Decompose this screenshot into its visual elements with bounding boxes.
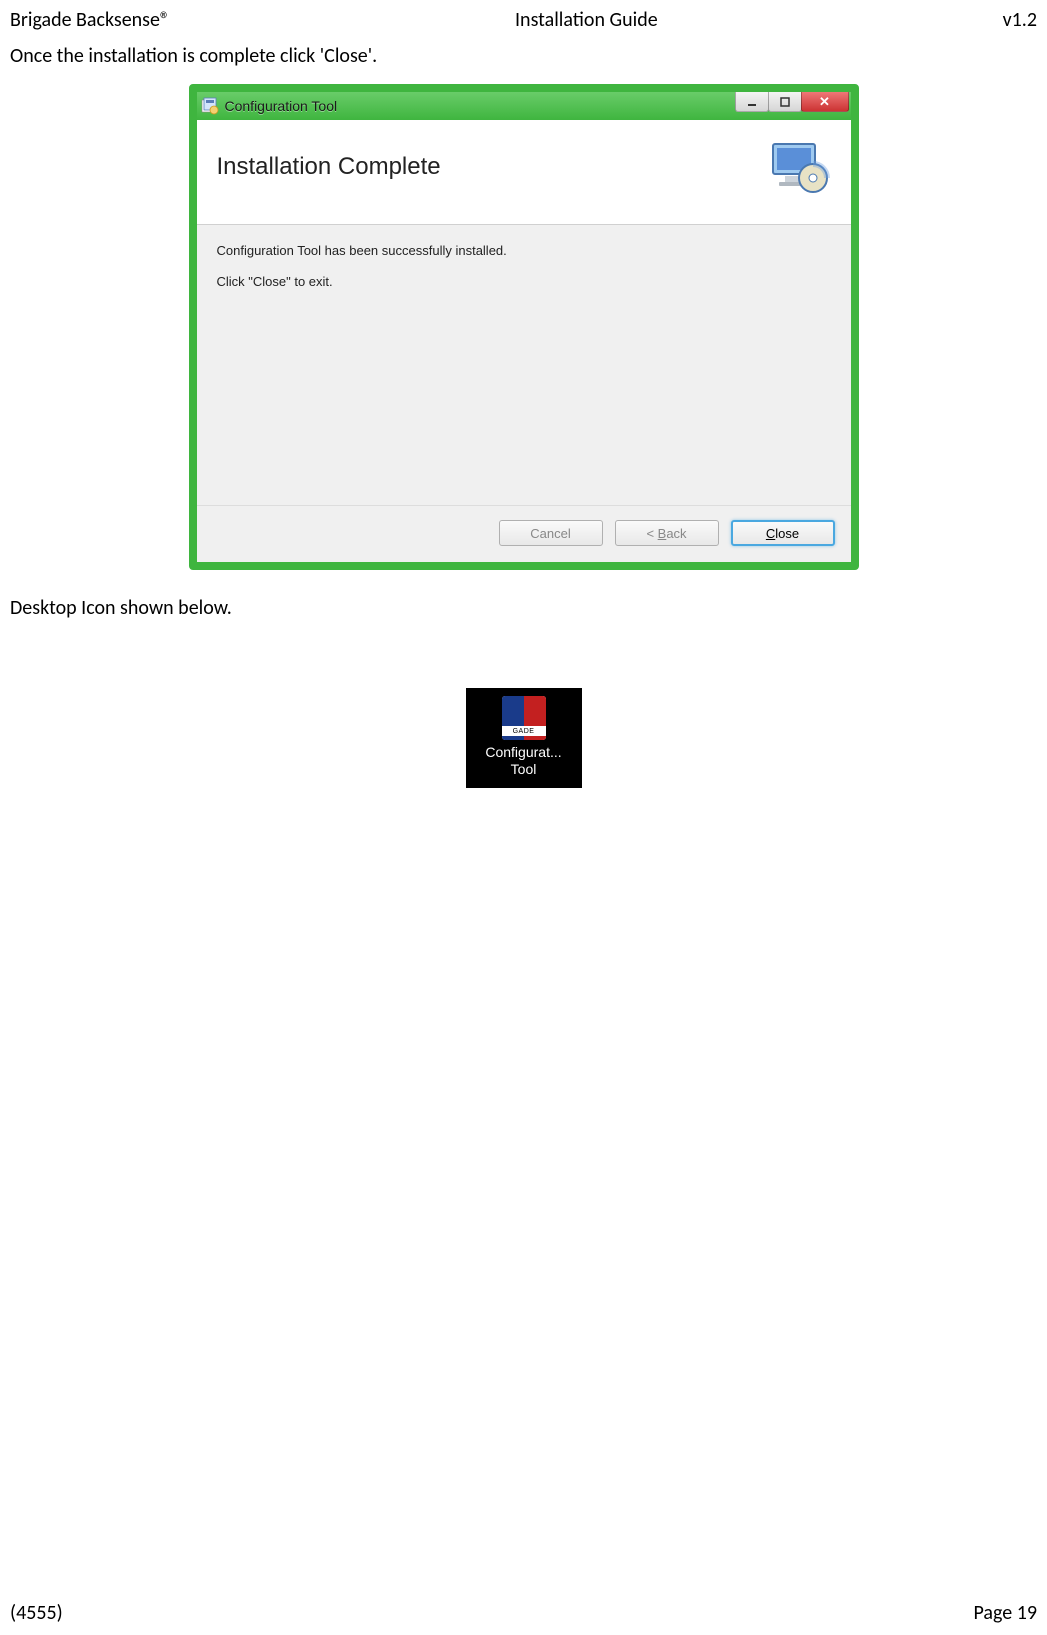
intro-text-2: Desktop Icon shown below. [0,588,1047,628]
footer-left: (4555) [10,1601,63,1625]
button-bar: Cancel < Back Close [197,505,851,562]
window-controls: ✕ [736,92,849,112]
installer-window: Configuration Tool ✕ Installation Comple… [189,84,859,570]
footer-right: Page 19 [974,1601,1037,1625]
close-icon: ✕ [819,94,830,110]
close-button[interactable]: Close [731,520,835,546]
window-title: Configuration Tool [225,98,338,114]
cancel-button[interactable]: Cancel [499,520,603,546]
minimize-button[interactable] [735,92,769,112]
header-right: v1.2 [1003,8,1037,32]
desktop-icon-label: Configurat... Tool [470,744,578,778]
installer-icon [201,97,219,115]
header-left: Brigade Backsense® [10,8,170,32]
content-line-2: Click "Close" to exit. [217,274,831,289]
computer-disc-icon [767,140,831,194]
page-footer: (4555) Page 19 [10,1601,1037,1625]
page-header: Brigade Backsense® Installation Guide v1… [0,0,1047,36]
installer-content: Configuration Tool has been successfully… [197,225,851,505]
desktop-icon-brand: GADE [502,726,546,736]
intro-text-1: Once the installation is complete click … [0,36,1047,76]
desktop-icon-image: GADE [502,696,546,740]
installer-banner: Installation Complete [197,120,851,225]
back-button-label: < Back [646,526,686,541]
window-close-button[interactable]: ✕ [801,92,849,112]
header-center: Installation Guide [515,8,658,32]
cancel-button-label: Cancel [530,526,570,541]
banner-title: Installation Complete [217,153,441,181]
content-line-1: Configuration Tool has been successfully… [217,243,831,258]
back-button[interactable]: < Back [615,520,719,546]
close-button-label: Close [766,526,799,541]
desktop-icon[interactable]: GADE Configurat... Tool [466,688,582,788]
maximize-button[interactable] [768,92,802,112]
window-titlebar: Configuration Tool ✕ [197,92,851,120]
